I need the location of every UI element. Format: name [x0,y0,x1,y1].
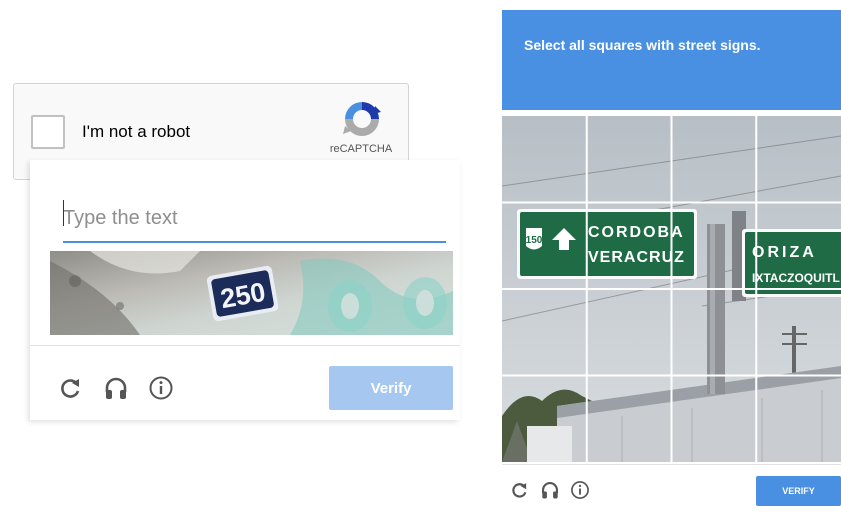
challenge-header: Select all squares with street signs. [502,10,841,110]
grid-tile[interactable] [502,203,587,290]
grid-tile[interactable] [587,376,672,463]
text-challenge-panel: 250 Verify [30,160,460,420]
audio-icon[interactable] [103,375,129,401]
grid-tile[interactable] [756,203,841,290]
grid-tile[interactable] [672,203,757,290]
info-icon[interactable] [570,480,590,500]
footer-divider [502,464,841,465]
grid-tile[interactable] [502,376,587,463]
verify-button[interactable]: Verify [329,366,453,410]
grid-tile[interactable] [756,289,841,376]
info-icon[interactable] [148,375,174,401]
grid-tile[interactable] [672,289,757,376]
captcha-text-image: 250 [50,251,453,335]
verify-button[interactable]: VERIFY [756,476,841,506]
audio-icon[interactable] [540,480,560,500]
grid-tile[interactable] [587,116,672,203]
grid-tile[interactable] [502,289,587,376]
text-cursor [63,200,64,226]
recaptcha-logo-icon [343,102,381,136]
reload-icon[interactable] [58,375,84,401]
recaptcha-brand-label: reCAPTCHA [329,143,393,155]
street-sign-image-grid: 150 CORDOBA VERACRUZ ORIZA IXTACZOQUITL [502,116,841,462]
footer-divider [30,345,460,346]
grid-tile[interactable] [672,376,757,463]
checkbox-label: I'm not a robot [82,122,191,141]
grid-tile[interactable] [756,116,841,203]
grid-tile[interactable] [502,116,587,203]
grid-tile[interactable] [587,289,672,376]
challenge-prompt: Select all squares with street signs. [524,37,761,53]
reload-icon[interactable] [510,480,530,500]
captcha-text-input[interactable] [63,196,446,243]
not-robot-checkbox[interactable] [31,115,65,149]
grid-tile[interactable] [587,203,672,290]
image-challenge-panel: Select all squares with street signs. VE… [502,10,841,514]
grid-tile[interactable] [672,116,757,203]
grid-tile[interactable] [756,376,841,463]
